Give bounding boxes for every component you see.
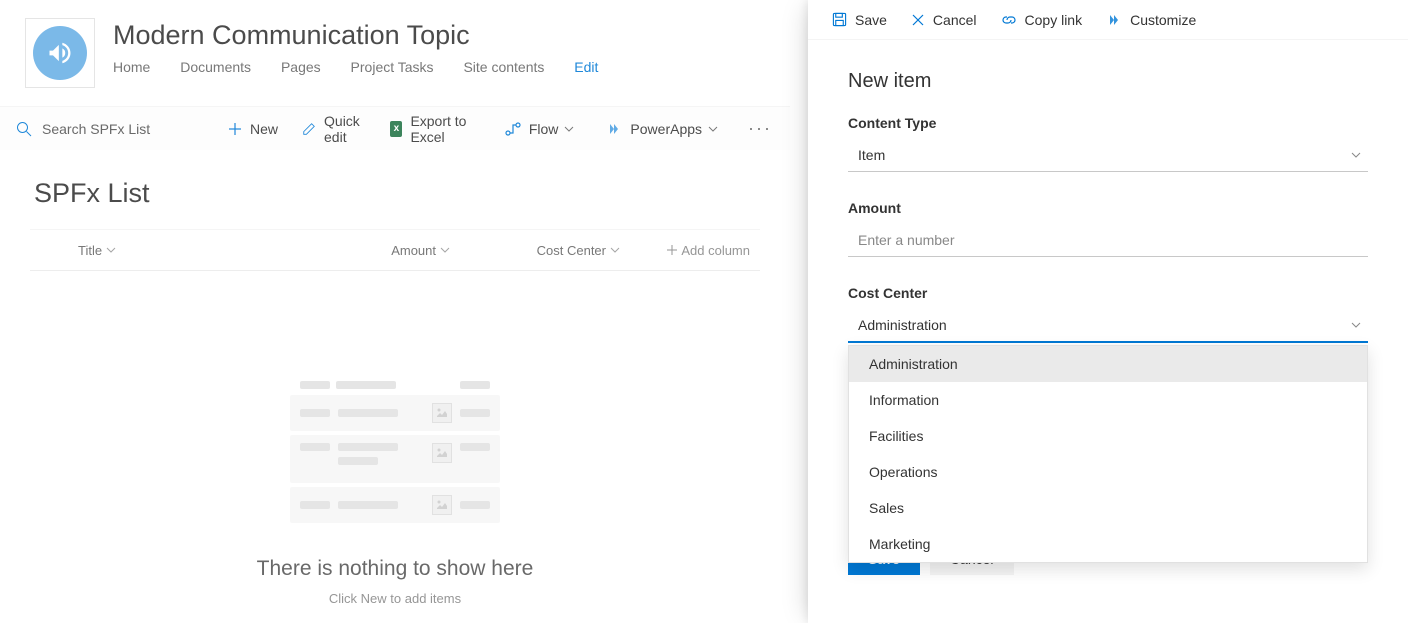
chevron-down-icon	[564, 124, 574, 134]
field-content-type: Content Type Item	[848, 115, 1368, 172]
empty-state: There is nothing to show here Click New …	[0, 381, 790, 606]
panel-command-bar: Save Cancel Copy link Customize	[808, 0, 1408, 40]
panel-customize-command[interactable]: Customize	[1094, 0, 1208, 40]
chevron-down-icon	[610, 245, 620, 255]
new-button[interactable]: New	[216, 107, 290, 151]
flow-button[interactable]: Flow	[493, 107, 595, 151]
quick-edit-button[interactable]: Quick edit	[290, 107, 378, 151]
site-title[interactable]: Modern Communication Topic	[113, 20, 624, 51]
main-content-under-panel: Modern Communication Topic Home Document…	[0, 0, 790, 623]
amount-label: Amount	[848, 200, 1368, 216]
megaphone-icon	[33, 26, 87, 80]
powerapps-button[interactable]: PowerApps	[594, 107, 738, 151]
column-header-cost-center[interactable]: Cost Center	[470, 243, 620, 258]
search-icon	[16, 121, 32, 137]
empty-state-subtitle: Click New to add items	[329, 591, 461, 606]
cost-center-label: Cost Center	[848, 285, 1368, 301]
field-amount: Amount	[848, 200, 1368, 257]
more-actions-button[interactable]: ···	[738, 118, 782, 139]
new-item-panel: Save Cancel Copy link Customize New item…	[808, 0, 1408, 623]
add-column-button[interactable]: Add column	[630, 243, 750, 258]
nav-home[interactable]: Home	[113, 59, 150, 75]
panel-body: New item Content Type Item Amount Cost C…	[808, 40, 1408, 595]
search-placeholder: Search SPFx List	[42, 121, 150, 137]
search-input[interactable]: Search SPFx List	[16, 121, 196, 137]
list-title: SPFx List	[34, 178, 790, 209]
nav-pages[interactable]: Pages	[281, 59, 321, 75]
plus-icon	[666, 244, 678, 256]
edit-icon	[302, 122, 316, 136]
nav-documents[interactable]: Documents	[180, 59, 251, 75]
powerapps-icon	[606, 122, 622, 136]
empty-state-title: There is nothing to show here	[257, 557, 534, 581]
nav-edit[interactable]: Edit	[574, 59, 598, 75]
column-header-amount[interactable]: Amount	[330, 243, 450, 258]
site-header: Modern Communication Topic Home Document…	[0, 0, 790, 88]
panel-cancel-command[interactable]: Cancel	[899, 0, 989, 40]
dropdown-item-administration[interactable]: Administration	[849, 346, 1367, 382]
field-cost-center: Cost Center Administration Administratio…	[848, 285, 1368, 343]
site-nav: Home Documents Pages Project Tasks Site …	[113, 59, 624, 75]
content-type-label: Content Type	[848, 115, 1368, 131]
dropdown-item-information[interactable]: Information	[849, 382, 1367, 418]
save-icon	[832, 12, 847, 27]
chevron-down-icon	[106, 245, 116, 255]
chevron-down-icon	[440, 245, 450, 255]
list-header-row: Title Amount Cost Center Add column	[30, 229, 760, 271]
dropdown-item-facilities[interactable]: Facilities	[849, 418, 1367, 454]
link-icon	[1001, 13, 1017, 27]
nav-project-tasks[interactable]: Project Tasks	[351, 59, 434, 75]
plus-icon	[228, 122, 242, 136]
export-excel-button[interactable]: x Export to Excel	[378, 107, 492, 151]
panel-save-command[interactable]: Save	[820, 0, 899, 40]
cost-center-dropdown: Administration Information Facilities Op…	[848, 345, 1368, 563]
cost-center-select[interactable]: Administration	[848, 309, 1368, 343]
excel-icon: x	[390, 121, 402, 137]
content-type-select[interactable]: Item	[848, 139, 1368, 172]
nav-site-contents[interactable]: Site contents	[463, 59, 544, 75]
chevron-down-icon	[708, 124, 718, 134]
dropdown-item-sales[interactable]: Sales	[849, 490, 1367, 526]
site-logo[interactable]	[25, 18, 95, 88]
empty-state-illustration	[290, 381, 500, 527]
list-command-bar: Search SPFx List New Quick edit x Export…	[0, 106, 790, 150]
panel-title: New item	[848, 70, 1368, 93]
close-icon	[911, 13, 925, 27]
dropdown-item-marketing[interactable]: Marketing	[849, 526, 1367, 562]
amount-input[interactable]	[848, 224, 1368, 257]
dropdown-item-operations[interactable]: Operations	[849, 454, 1367, 490]
panel-copy-link-command[interactable]: Copy link	[989, 0, 1095, 40]
customize-icon	[1106, 13, 1122, 27]
flow-icon	[505, 122, 521, 136]
column-header-title[interactable]: Title	[78, 243, 330, 258]
